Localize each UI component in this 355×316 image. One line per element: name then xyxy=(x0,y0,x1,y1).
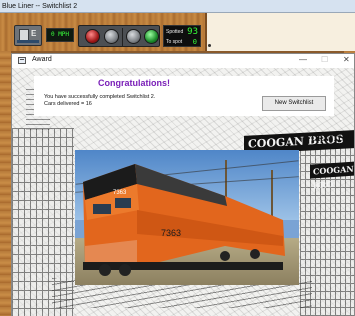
bnsf-locomotive-photo: 7363 7363 xyxy=(75,150,299,285)
wheel xyxy=(119,264,131,276)
loco-number-side: 7363 xyxy=(161,228,181,238)
speed-readout: 0 MPH xyxy=(46,28,74,42)
loco-trucks xyxy=(83,262,283,270)
award-titlebar[interactable]: Award — ☐ ✕ xyxy=(12,54,354,68)
maximize-button[interactable]: ☐ xyxy=(321,55,328,64)
cab-window xyxy=(115,198,131,208)
wheel xyxy=(220,251,230,261)
green-knob-icon[interactable] xyxy=(144,29,159,44)
to-spot-value: 0 xyxy=(192,38,197,46)
app-title-bar: Blue Liner -- Switchlist 2 xyxy=(0,0,355,13)
window-icon xyxy=(18,57,26,64)
award-window-title: Award xyxy=(32,56,52,63)
grey-knob-icon[interactable] xyxy=(126,29,141,44)
locomotive-letter: E xyxy=(31,29,37,38)
coogan-sign-lower: COOGAN BRO xyxy=(310,161,354,190)
grey-knob-icon[interactable] xyxy=(104,29,119,44)
throttle-controls xyxy=(78,25,160,47)
new-switchlist-button[interactable]: New Switchlist xyxy=(262,96,326,111)
cab-window xyxy=(93,204,111,214)
close-button[interactable]: ✕ xyxy=(343,55,350,64)
wood-frame-left xyxy=(0,51,11,316)
completion-message: You have successfully completed Switchli… xyxy=(44,94,156,100)
congratulations-heading: Congratulations! xyxy=(98,78,170,88)
status-dot-icon xyxy=(208,44,211,47)
furniture-sign: FURNITURE xyxy=(306,134,354,143)
locomotive-icon: 7363 7363 xyxy=(83,164,285,276)
message-panel: Congratulations! You have successfully c… xyxy=(34,76,334,116)
wheel xyxy=(99,264,111,276)
app-title: Blue Liner -- Switchlist 2 xyxy=(2,3,78,10)
spotted-label: Spotted xyxy=(166,29,184,35)
toolbar-empty-area xyxy=(205,13,355,51)
award-canvas: COOGAN BROS FURNITURE COOGAN BRO Congrat… xyxy=(12,68,354,316)
spotted-value: 93 xyxy=(187,27,198,37)
locomotive-base-icon xyxy=(17,40,39,43)
cars-delivered-text: Cars delivered = 16 xyxy=(44,101,92,107)
loco-number-top: 7363 xyxy=(113,190,127,196)
wheel xyxy=(250,249,260,259)
spot-counter: Spotted 93 To spot 0 xyxy=(163,25,201,47)
to-spot-label: To spot xyxy=(166,39,183,45)
locomotive-button[interactable]: E xyxy=(14,25,42,46)
control-divider xyxy=(122,28,123,46)
award-window: Award — ☐ ✕ COOGAN BROS FURNITURE COOGAN… xyxy=(11,53,355,316)
minimize-button[interactable]: — xyxy=(299,55,307,64)
red-knob-icon[interactable] xyxy=(85,29,100,44)
